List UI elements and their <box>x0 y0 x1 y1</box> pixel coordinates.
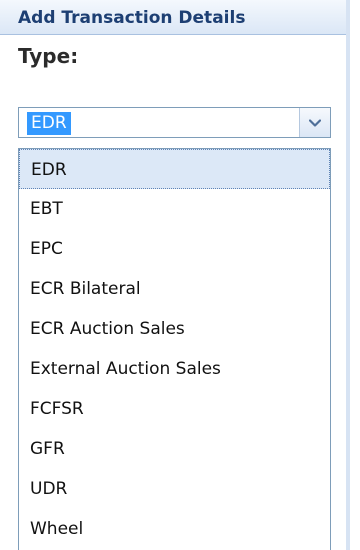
type-option-gfr[interactable]: GFR <box>19 429 330 469</box>
type-option-ebt[interactable]: EBT <box>19 189 330 229</box>
chevron-down-icon <box>309 118 321 127</box>
type-option-fcfsr[interactable]: FCFSR <box>19 389 330 429</box>
type-option-wheel[interactable]: Wheel <box>19 509 330 549</box>
type-label: Type: <box>18 44 79 68</box>
type-option-udr[interactable]: UDR <box>19 469 330 509</box>
transaction-form-page: Add Transaction Details Type: EDR EDR EB… <box>0 0 360 550</box>
type-option-external-auction-sales[interactable]: External Auction Sales <box>19 349 330 389</box>
type-combobox-value[interactable]: EDR <box>27 112 71 135</box>
panel-title: Add Transaction Details <box>18 8 246 28</box>
type-combobox[interactable]: EDR <box>18 107 331 138</box>
type-option-epc[interactable]: EPC <box>19 229 330 269</box>
panel-header: Add Transaction Details <box>0 0 350 35</box>
type-option-ecr-bilateral[interactable]: ECR Bilateral <box>19 269 330 309</box>
type-dropdown-list: EDR EBT EPC ECR Bilateral ECR Auction Sa… <box>18 148 331 550</box>
type-option-edr[interactable]: EDR <box>19 149 330 189</box>
panel-right-edge <box>346 0 350 550</box>
type-option-ecr-auction-sales[interactable]: ECR Auction Sales <box>19 309 330 349</box>
type-combobox-trigger[interactable] <box>299 108 330 137</box>
